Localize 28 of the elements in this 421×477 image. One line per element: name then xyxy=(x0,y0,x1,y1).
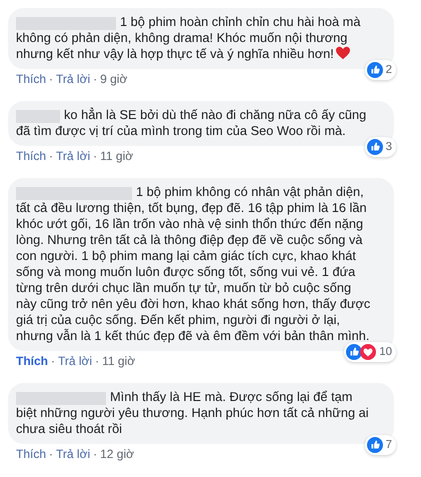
reaction-badge[interactable]: 2 xyxy=(364,60,396,80)
like-link[interactable]: Thích xyxy=(16,72,46,86)
separator-dot: · xyxy=(93,447,98,461)
separator-dot: · xyxy=(95,354,100,368)
comment-text: Mình thấy là HE mà. Được sống lại để tạm biệt những người yêu thương. Hạnh phúc hơn tất cả những ai chưa siêu thoát rồi xyxy=(16,389,369,436)
separator-dot: · xyxy=(49,149,54,163)
like-link[interactable]: Thích xyxy=(16,149,46,163)
separator-dot: · xyxy=(49,72,54,86)
reaction-badge[interactable]: 7 xyxy=(364,435,396,455)
reply-link[interactable]: Trả lời xyxy=(58,354,92,368)
reaction-badge[interactable]: 3 xyxy=(364,137,396,157)
reply-link[interactable]: Trả lời xyxy=(56,149,90,163)
comment-time: 11 giờ xyxy=(100,149,134,163)
separator-dot: · xyxy=(93,149,98,163)
like-link[interactable]: Thích xyxy=(16,447,46,461)
like-link[interactable]: Thích xyxy=(16,354,48,368)
comment-time: 12 giờ xyxy=(100,447,134,461)
reply-link[interactable]: Trả lời xyxy=(56,72,90,86)
separator-dot: · xyxy=(93,72,98,86)
reaction-badge[interactable]: 10 xyxy=(344,342,396,362)
separator-dot: · xyxy=(49,447,54,461)
separator-dot: · xyxy=(51,354,55,368)
comment-text: ko hẳn là SE bởi dù thế nào đi chăng nữa cô ấy cũng đã tìm được vị trí của mình trong tim của Seo Woo rồi mà. xyxy=(16,107,366,138)
comment-time: 9 giờ xyxy=(100,72,128,86)
comment-text: 1 bộ phim hoàn chỉnh chỉn chu hài hoà mà không có phản diện, không drama! Khóc muốn nội thương nhưng kết như vậy là hợp thực tế và ý nghĩa nhiều hơn! xyxy=(16,14,360,61)
comment-text: 1 bộ phim không có nhân vật phản diện, tất cả đều lương thiện, tốt bụng, đẹp đẽ. 16 tập phim là 16 lần khóc ướt gối, 16 lần trốn vào nhà vệ sinh thổn thức đến nặng lòng. Nhưng trên tất cả là thông điệp đẹp đẽ về cuộc sống và con người. 1 bộ phim mang lại cảm giác tích cực, khao khát sống và mong muốn luôn được sống tốt, sống vui vẻ. 1 đứa từng trên dưới chục lần muốn tự tử, muốn từ bỏ cuộc sống này cũng trở nên yêu đời hơn, khao khát sống hơn, thấy được giá trị của cuộc sống. Đến kết phim, người đi người ở lại, nhưng vẫn là 1 kết thúc đẹp đẽ và êm đềm với bản thân mình. xyxy=(16,184,370,343)
reply-link[interactable]: Trả lời xyxy=(56,447,90,461)
comment-time: 11 giờ xyxy=(102,354,136,368)
